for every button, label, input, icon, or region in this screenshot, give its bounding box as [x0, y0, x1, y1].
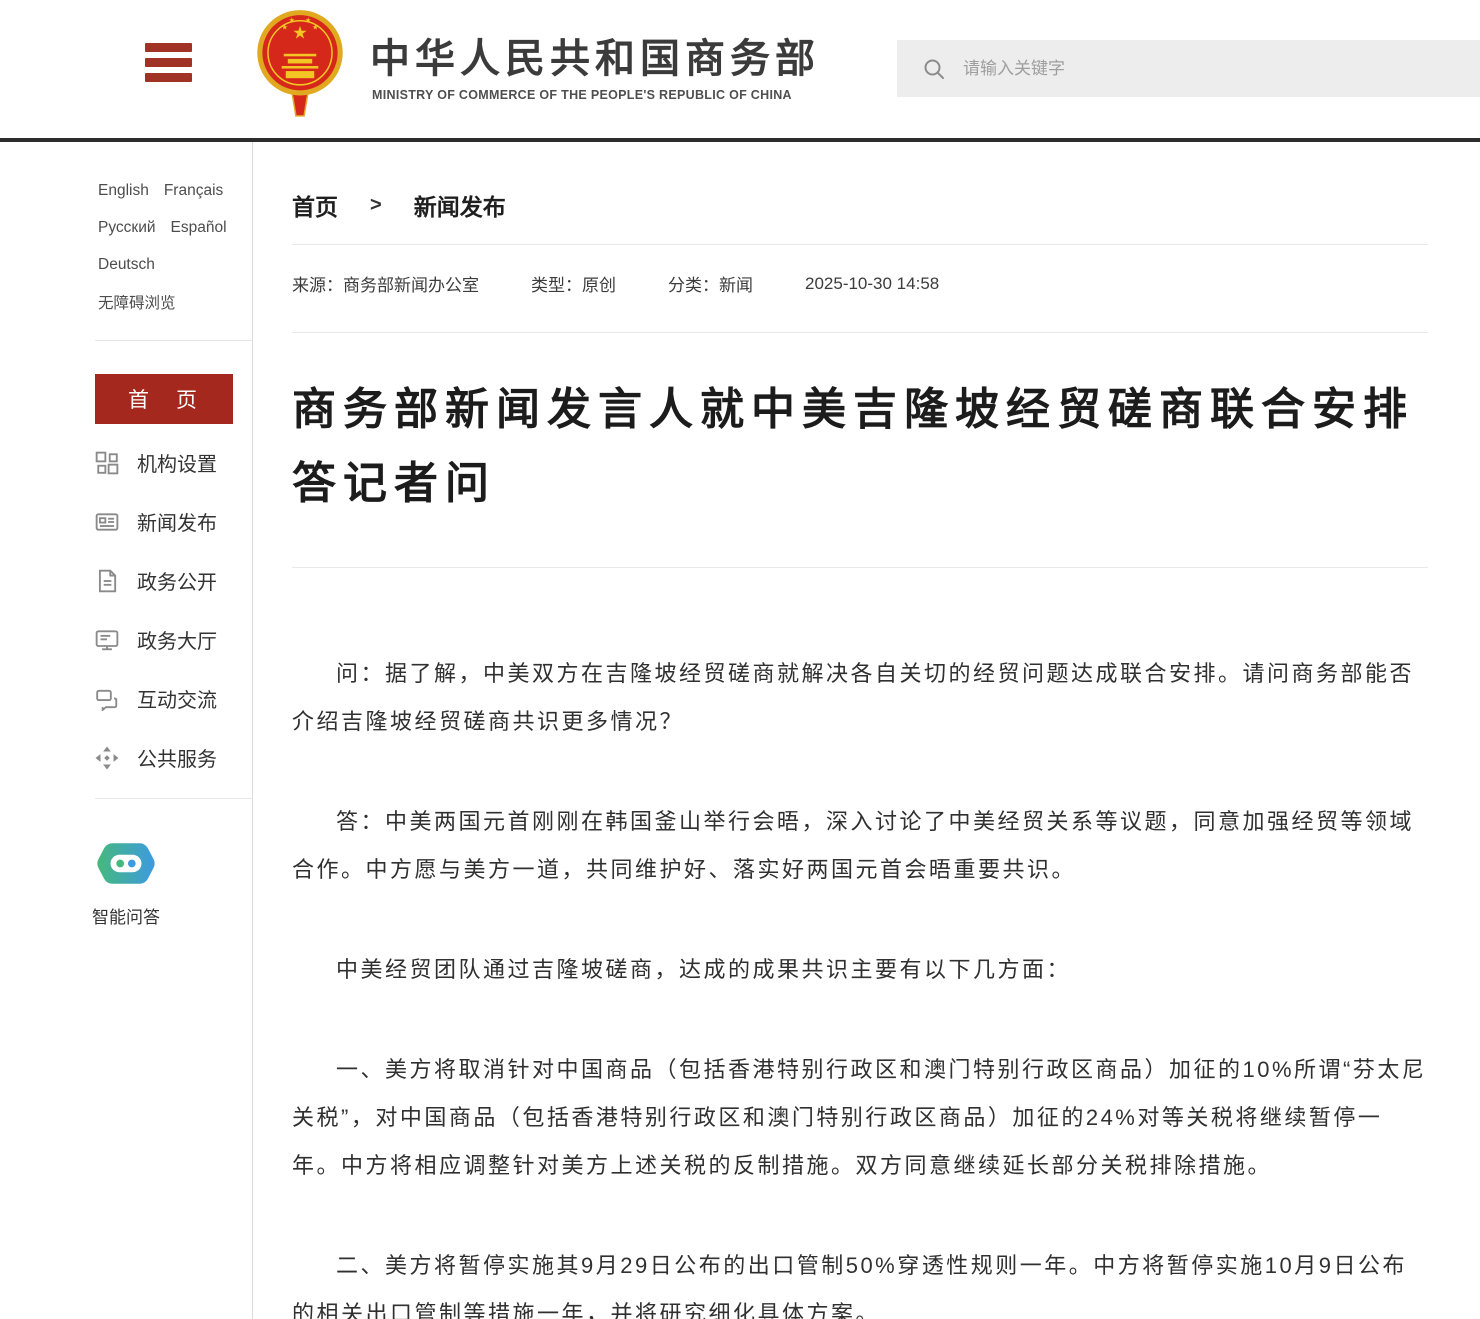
meta-label: 分类：: [668, 276, 719, 295]
content-divider: [292, 332, 1428, 333]
chatbot-button[interactable]: 智能问答: [0, 840, 252, 928]
nav-label: 新闻发布: [137, 507, 217, 536]
sidebar-item-service-hall[interactable]: 政务大厅: [95, 610, 217, 669]
meta-value: 商务部新闻办公室: [343, 276, 479, 295]
content-divider: [292, 244, 1428, 245]
meta-label: 类型：: [531, 276, 582, 295]
lang-spanish[interactable]: Español: [171, 219, 227, 237]
sidebar-item-gov-disclosure[interactable]: 政务公开: [95, 551, 217, 610]
nav-label: 公共服务: [137, 743, 217, 772]
article-title: 商务部新闻发言人就中美吉隆坡经贸磋商联合安排答记者问: [292, 373, 1428, 521]
svg-text:★: ★: [282, 23, 288, 31]
public-service-icon: [95, 746, 119, 770]
article-body: 问：据了解，中美双方在吉隆坡经贸磋商就解决各自关切的经贸问题达成联合安排。请问商…: [292, 650, 1428, 1319]
article-content: 首页 > 新闻发布 来源：商务部新闻办公室 类型：原创 分类：新闻 2025-1…: [292, 142, 1428, 1319]
news-release-icon: [95, 510, 119, 534]
meta-value: 新闻: [719, 276, 753, 295]
sidebar-item-interaction[interactable]: 互动交流: [95, 669, 217, 728]
gov-disclosure-icon: [95, 569, 119, 593]
breadcrumb-current[interactable]: 新闻发布: [414, 188, 506, 222]
svg-text:★: ★: [305, 16, 311, 24]
sidebar-item-public-service[interactable]: 公共服务: [95, 728, 217, 787]
nav-label: 机构设置: [137, 448, 217, 477]
svg-text:★: ★: [312, 23, 318, 31]
accessibility-link[interactable]: 无障碍浏览: [98, 291, 176, 313]
chatbot-icon: [97, 874, 155, 891]
breadcrumb-separator: >: [370, 194, 382, 217]
sidebar-nav: 机构设置 新闻发布: [95, 433, 217, 787]
meta-type: 类型：原创: [531, 271, 616, 296]
sidebar-item-org-structure[interactable]: 机构设置: [95, 433, 217, 492]
meta-source: 来源：商务部新闻办公室: [292, 271, 479, 296]
article-paragraph: 问：据了解，中美双方在吉隆坡经贸磋商就解决各自关切的经贸问题达成联合安排。请问商…: [292, 650, 1428, 746]
meta-label: 来源：: [292, 276, 343, 295]
article-paragraph: 二、美方将暂停实施其9月29日公布的出口管制50%穿透性规则一年。中方将暂停实施…: [292, 1242, 1428, 1319]
svg-text:★: ★: [289, 16, 295, 24]
lang-russian[interactable]: Русский: [98, 219, 156, 237]
breadcrumb: 首页 > 新闻发布: [292, 188, 1428, 222]
article-paragraph: 一、美方将取消针对中国商品（包括香港特别行政区和澳门特别行政区商品）加征的10%…: [292, 1046, 1428, 1190]
page: ★ ★ ★ ★ ★ 中华人民共和国商务部 MINISTRY OF COMMERC…: [0, 0, 1480, 1319]
org-structure-icon: [95, 451, 119, 475]
meta-category: 分类：新闻: [668, 271, 753, 296]
sidebar-home-button[interactable]: 首 页: [95, 374, 233, 424]
lang-english[interactable]: English: [98, 182, 149, 200]
site-header: ★ ★ ★ ★ ★ 中华人民共和国商务部 MINISTRY OF COMMERC…: [0, 0, 1480, 138]
article-paragraph: 中美经贸团队通过吉隆坡磋商，达成的成果共识主要有以下几方面：: [292, 946, 1428, 994]
sidebar-divider: [95, 340, 252, 341]
sidebar-item-news-release[interactable]: 新闻发布: [95, 492, 217, 551]
lang-french[interactable]: Français: [164, 182, 223, 200]
nav-label: 政务大厅: [137, 625, 217, 654]
site-title: 中华人民共和国商务部: [370, 26, 820, 84]
service-hall-icon: [95, 628, 119, 652]
nav-label: 政务公开: [137, 566, 217, 595]
menu-icon[interactable]: [145, 43, 192, 88]
nav-label: 互动交流: [137, 684, 217, 713]
search-input[interactable]: [961, 58, 1285, 80]
breadcrumb-home[interactable]: 首页: [292, 188, 338, 222]
search-icon: [923, 58, 945, 80]
article-meta: 来源：商务部新闻办公室 类型：原创 分类：新闻 2025-10-30 14:58: [292, 271, 1428, 296]
chatbot-label: 智能问答: [0, 903, 252, 928]
article-paragraph: 答：中美两国元首刚刚在韩国釜山举行会晤，深入讨论了中美经贸关系等议题，同意加强经…: [292, 798, 1428, 894]
menu-bar: [145, 43, 192, 52]
svg-text:★: ★: [292, 23, 307, 43]
meta-datetime: 2025-10-30 14:58: [805, 274, 939, 294]
sidebar: English Français Русский Español Deutsch…: [0, 142, 253, 1319]
meta-value: 原创: [582, 276, 616, 295]
interaction-icon: [95, 687, 119, 711]
sidebar-divider: [95, 798, 252, 799]
national-emblem-logo: ★ ★ ★ ★ ★: [255, 6, 345, 126]
menu-bar: [145, 58, 192, 67]
site-subtitle: MINISTRY OF COMMERCE OF THE PEOPLE'S REP…: [372, 88, 792, 102]
language-links: English Français Русский Español Deutsch…: [98, 172, 227, 320]
lang-german[interactable]: Deutsch: [98, 256, 155, 274]
search-box[interactable]: [897, 40, 1480, 97]
content-divider: [292, 567, 1428, 568]
menu-bar: [145, 73, 192, 82]
